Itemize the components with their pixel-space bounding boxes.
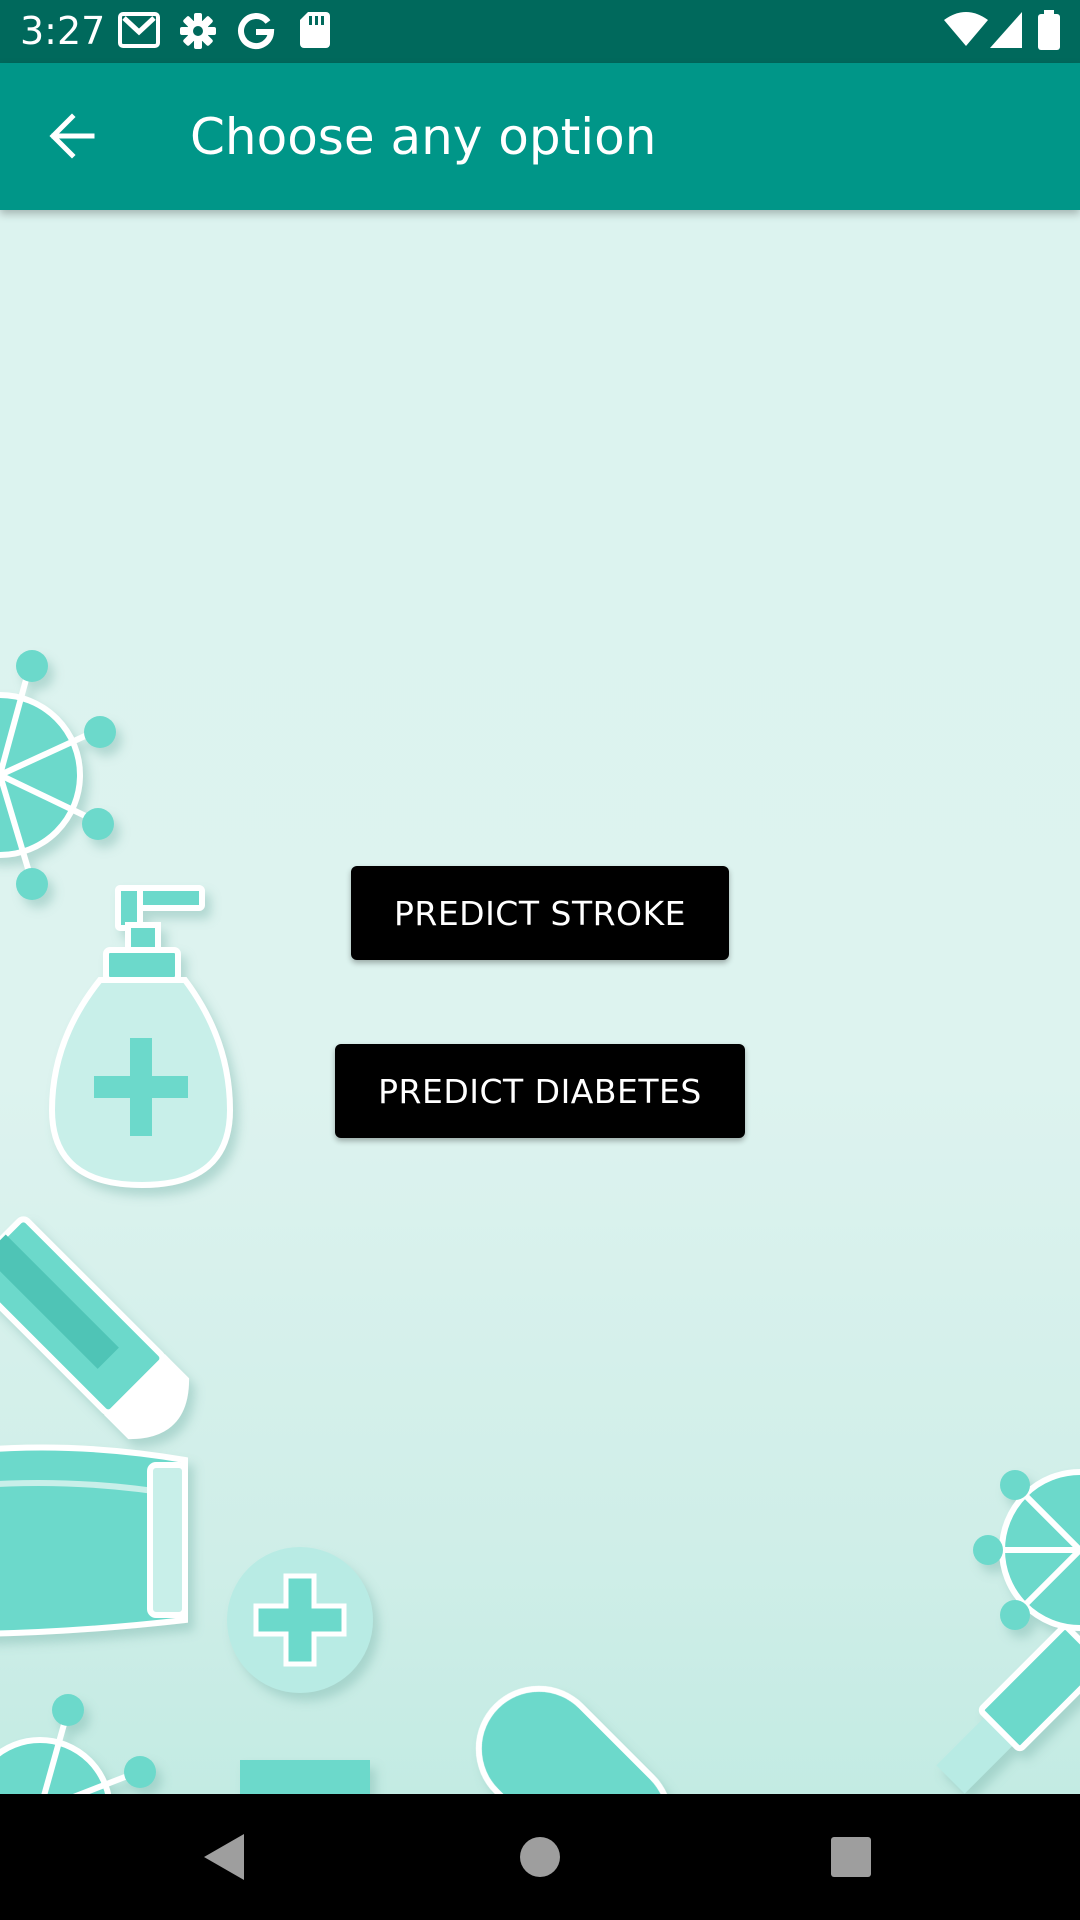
app-bar: Choose any option: [0, 63, 1080, 210]
gmail-icon: [118, 12, 160, 48]
syringe-icon: [936, 1624, 1080, 1794]
nav-home-icon[interactable]: [507, 1824, 573, 1890]
arrow-back-icon[interactable]: [40, 103, 106, 169]
predict-diabetes-button[interactable]: PREDICT DIABETES: [335, 1044, 745, 1138]
nav-back-icon[interactable]: [192, 1824, 258, 1890]
wifi-icon: [944, 12, 988, 46]
medical-background-illustration: [0, 650, 1080, 1794]
pill-icon: [475, 1685, 673, 1794]
status-time: 3:27: [20, 9, 106, 53]
predict-stroke-button[interactable]: PREDICT STROKE: [351, 866, 729, 960]
signal-icon: [990, 12, 1022, 48]
status-bar: 3:27: [0, 0, 1080, 63]
soap-bottle-icon: [48, 885, 234, 1189]
virus-icon: [0, 1694, 156, 1794]
virus-icon: [0, 650, 116, 900]
box-icon: [240, 1760, 370, 1794]
sd-card-icon: [300, 12, 330, 48]
medical-plus-icon: [227, 1547, 373, 1693]
virus-icon: [973, 1469, 1080, 1631]
google-g-icon: [238, 13, 275, 50]
navigation-bar: [0, 1794, 1080, 1920]
pen-icon: [0, 1216, 190, 1440]
main-content: PREDICT STROKE PREDICT DIABETES: [0, 210, 1080, 1794]
face-mask-icon: [0, 1444, 188, 1637]
page-title: Choose any option: [190, 108, 657, 166]
settings-gear-icon: [180, 13, 216, 49]
battery-icon: [1038, 10, 1060, 50]
nav-recents-icon[interactable]: [818, 1824, 884, 1890]
